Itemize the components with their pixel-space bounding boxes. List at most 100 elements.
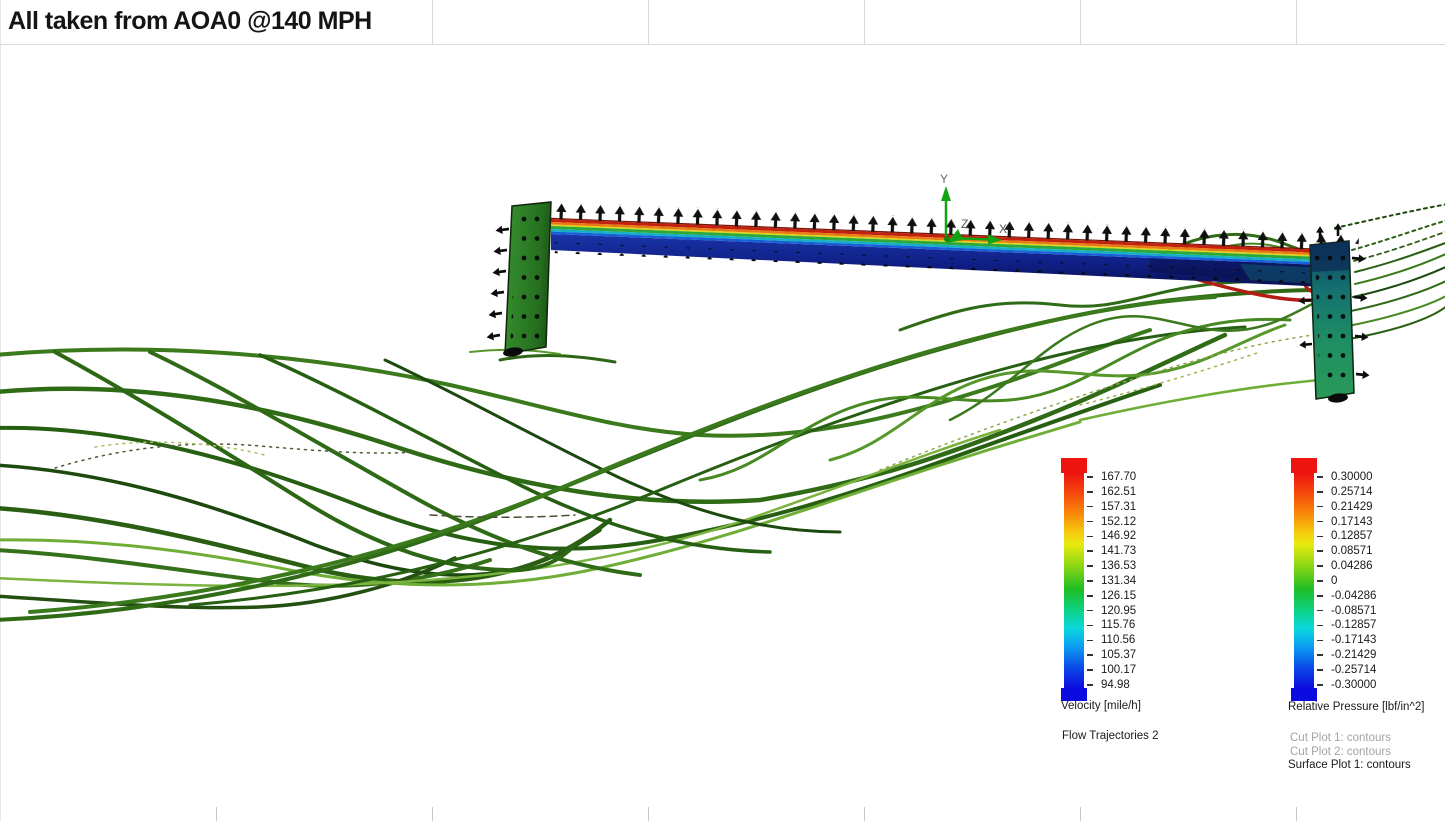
tick-mark	[1087, 684, 1093, 686]
velocity-tick-value: 105.37	[1101, 649, 1136, 661]
pressure-tick-value: -0.08571	[1331, 605, 1376, 617]
velocity-tick: 157.31	[1087, 501, 1136, 513]
pressure-tick: 0.30000	[1317, 471, 1376, 483]
axis-x-label: X	[999, 222, 1007, 236]
tick-mark	[1317, 684, 1323, 686]
tick-mark	[1317, 550, 1323, 552]
velocity-tick: 100.17	[1087, 664, 1136, 676]
pressure-tick-value: -0.25714	[1331, 664, 1376, 676]
pressure-tick-value: -0.30000	[1331, 679, 1376, 691]
tick-mark	[1317, 506, 1323, 508]
pressure-tick: -0.17143	[1317, 634, 1376, 646]
tick-mark	[1317, 669, 1323, 671]
cut-plot-2-caption: Cut Plot 2: contours	[1290, 746, 1391, 758]
tick-mark	[1087, 654, 1093, 656]
tick-mark	[1317, 625, 1323, 627]
axis-z-label: Z	[961, 217, 968, 231]
tick-mark	[1087, 640, 1093, 642]
velocity-tick-value: 152.12	[1101, 516, 1136, 528]
pressure-tick: 0	[1317, 575, 1376, 587]
velocity-tick: 94.98	[1087, 679, 1136, 691]
wing	[551, 202, 1359, 288]
tick-mark	[1317, 580, 1323, 582]
tick-mark	[1087, 550, 1093, 552]
velocity-tick-value: 131.34	[1101, 575, 1136, 587]
tick-mark	[1317, 565, 1323, 567]
velocity-colorbar	[1064, 473, 1084, 688]
pressure-tick-value: 0.17143	[1331, 516, 1373, 528]
tick-mark	[1087, 476, 1093, 478]
tick-mark	[1317, 536, 1323, 538]
velocity-tick-value: 110.56	[1101, 634, 1135, 646]
surface-plot-1-caption: Surface Plot 1: contours	[1288, 759, 1411, 771]
pressure-tick-value: 0.25714	[1331, 486, 1373, 498]
velocity-tick: 136.53	[1087, 560, 1136, 572]
velocity-tick: 126.15	[1087, 590, 1136, 602]
velocity-tick-value: 162.51	[1101, 486, 1136, 498]
pressure-tick: 0.08571	[1317, 545, 1376, 557]
velocity-tick: 131.34	[1087, 575, 1136, 587]
left-endplate	[486, 202, 551, 358]
pressure-unit-label: Relative Pressure [lbf/in^2]	[1288, 701, 1424, 713]
cfd-viewport: Y X Z	[0, 0, 1445, 821]
pressure-tick-value: -0.04286	[1331, 590, 1376, 602]
velocity-tick-list: 167.70 162.51 157.31 152.12 146.92 141.7…	[1087, 471, 1136, 691]
velocity-tick-value: 94.98	[1101, 679, 1130, 691]
pressure-tick: 0.04286	[1317, 560, 1376, 572]
tick-mark	[1087, 595, 1093, 597]
tick-mark	[1317, 521, 1323, 523]
pressure-tick-value: 0.21429	[1331, 501, 1373, 513]
velocity-tick: 141.73	[1087, 545, 1136, 557]
pressure-colorbar	[1294, 473, 1314, 688]
tick-mark	[1317, 654, 1323, 656]
tick-mark	[1087, 521, 1093, 523]
tick-mark	[1087, 610, 1093, 612]
tick-mark	[1087, 565, 1093, 567]
pressure-tick: -0.21429	[1317, 649, 1376, 661]
tick-mark	[1317, 640, 1323, 642]
pressure-tick-value: 0	[1331, 575, 1337, 587]
velocity-tick: 105.37	[1087, 649, 1136, 661]
pressure-tick-value: -0.17143	[1331, 634, 1376, 646]
velocity-tick-value: 126.15	[1101, 590, 1136, 602]
velocity-tick-value: 146.92	[1101, 530, 1136, 542]
tick-mark	[1087, 536, 1093, 538]
pressure-tick: -0.30000	[1317, 679, 1376, 691]
axis-y-arrow	[941, 186, 951, 201]
velocity-tick: 167.70	[1087, 471, 1136, 483]
pressure-tick-list: 0.30000 0.25714 0.21429 0.17143 0.12857 …	[1317, 471, 1376, 691]
pressure-tick-value: -0.21429	[1331, 649, 1376, 661]
tick-mark	[1317, 610, 1323, 612]
pressure-tick: 0.12857	[1317, 530, 1376, 542]
pressure-tick: -0.25714	[1317, 664, 1376, 676]
velocity-unit-label: Velocity [mile/h]	[1061, 700, 1141, 712]
tick-mark	[1317, 476, 1323, 478]
tick-mark	[1087, 491, 1093, 493]
velocity-tick-value: 120.95	[1101, 605, 1136, 617]
tick-mark	[1317, 491, 1323, 493]
velocity-tick-value: 167.70	[1101, 471, 1136, 483]
pressure-tick-value: 0.12857	[1331, 530, 1373, 542]
pressure-tick-value: -0.12857	[1331, 619, 1376, 631]
tick-mark	[1087, 625, 1093, 627]
velocity-tick: 146.92	[1087, 530, 1136, 542]
tick-mark	[1087, 669, 1093, 671]
pressure-tick: 0.25714	[1317, 486, 1376, 498]
velocity-tick-value: 115.76	[1101, 619, 1135, 631]
pressure-colorbar-max-cap	[1291, 458, 1317, 473]
pressure-tick: -0.04286	[1317, 590, 1376, 602]
velocity-tick: 152.12	[1087, 516, 1136, 528]
flow-trajectories-caption: Flow Trajectories 2	[1062, 730, 1159, 742]
velocity-tick-value: 157.31	[1101, 501, 1136, 513]
tick-mark	[1087, 580, 1093, 582]
velocity-tick: 162.51	[1087, 486, 1136, 498]
pressure-tick: -0.08571	[1317, 605, 1376, 617]
axis-y-label: Y	[940, 172, 948, 186]
velocity-colorbar-max-cap	[1061, 458, 1087, 473]
velocity-tick-value: 100.17	[1101, 664, 1136, 676]
velocity-tick-value: 136.53	[1101, 560, 1136, 572]
velocity-tick-value: 141.73	[1101, 545, 1136, 557]
velocity-tick: 120.95	[1087, 605, 1136, 617]
pressure-tick-value: 0.30000	[1331, 471, 1373, 483]
pressure-tick: 0.17143	[1317, 516, 1376, 528]
